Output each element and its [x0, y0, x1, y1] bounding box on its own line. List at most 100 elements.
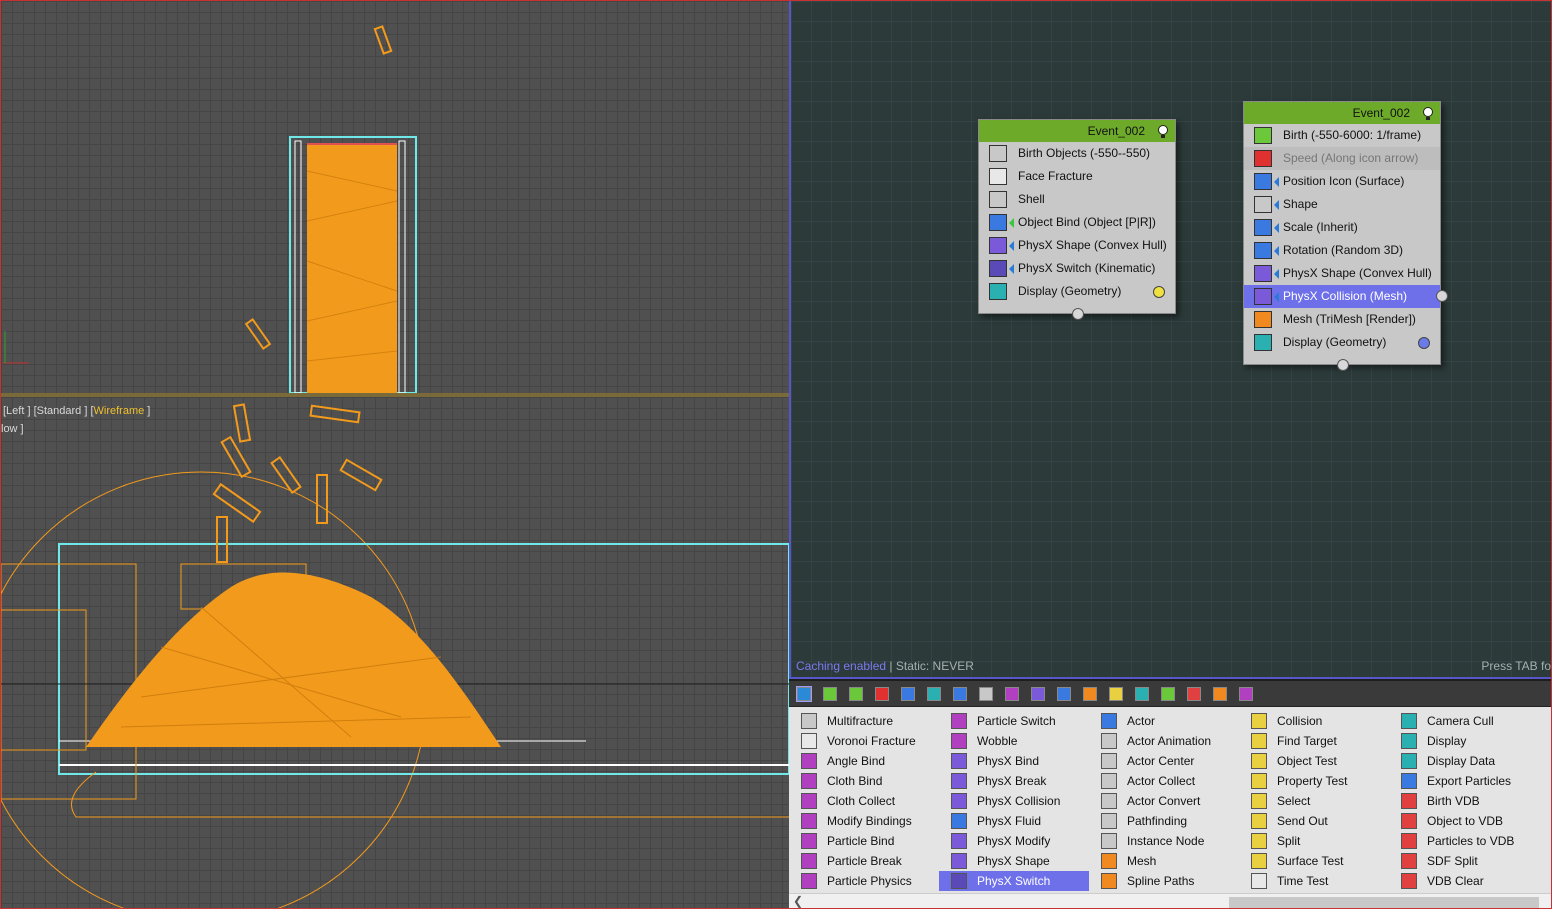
display-color-swatch[interactable]: [1418, 337, 1430, 349]
shape-icon[interactable]: [927, 687, 941, 701]
depot-item[interactable]: PhysX Switch: [939, 871, 1089, 891]
scroll-left-icon[interactable]: ❮: [793, 894, 803, 908]
depot-item[interactable]: Multifracture: [789, 711, 939, 731]
physx-icon[interactable]: [1005, 687, 1019, 701]
depot-item[interactable]: PhysX Fluid: [939, 811, 1089, 831]
depot-item[interactable]: Send Out: [1239, 811, 1389, 831]
depot-item[interactable]: Spline Paths: [1089, 871, 1239, 891]
operator-item[interactable]: PhysX Shape (Convex Hull): [1244, 262, 1440, 285]
operator-item[interactable]: Shell: [979, 188, 1175, 211]
scrollbar-thumb[interactable]: [1229, 897, 1539, 908]
operator-item[interactable]: Position Icon (Surface): [1244, 170, 1440, 193]
depot-item[interactable]: Actor Convert: [1089, 791, 1239, 811]
all-icon[interactable]: [796, 686, 812, 702]
depot-item[interactable]: Actor Collect: [1089, 771, 1239, 791]
display-color-swatch[interactable]: [1153, 286, 1165, 298]
depot-item[interactable]: SDF Split: [1389, 851, 1539, 871]
depot-item[interactable]: PhysX Bind: [939, 751, 1089, 771]
operator-item[interactable]: Speed (Along icon arrow): [1244, 147, 1440, 170]
event-title[interactable]: Event_002: [1244, 102, 1440, 124]
depot-item[interactable]: PhysX Collision: [939, 791, 1089, 811]
depot-item[interactable]: Split: [1239, 831, 1389, 851]
viewport-label[interactable]: [Left ] [Standard ] [Wireframe ]: [3, 405, 150, 417]
bulb-icon[interactable]: [1422, 106, 1434, 120]
event-node[interactable]: Event_002 Birth (-550-6000: 1/frame) Speed…: [1243, 101, 1448, 371]
depot-item[interactable]: Collision: [1239, 711, 1389, 731]
depot-item[interactable]: Mesh: [1089, 851, 1239, 871]
depot-item[interactable]: Modify Bindings: [789, 811, 939, 831]
operator-item[interactable]: Mesh (TriMesh [Render]): [1244, 308, 1440, 331]
depot-item[interactable]: Pathfinding: [1089, 811, 1239, 831]
depot-item[interactable]: Particle Physics: [789, 871, 939, 891]
birth-icon[interactable]: [823, 687, 837, 701]
depot-item[interactable]: Find Target: [1239, 731, 1389, 751]
viewport-mode-label[interactable]: Wireframe: [94, 405, 145, 417]
operator-item[interactable]: Object Bind (Object [P|R]): [979, 211, 1175, 234]
paint-icon[interactable]: [1213, 687, 1227, 701]
depot-item[interactable]: Wobble: [939, 731, 1089, 751]
operator-item[interactable]: Display (Geometry): [1244, 331, 1440, 354]
depot-scrollbar[interactable]: ❮: [789, 893, 1551, 908]
depot-item[interactable]: Display Data: [1389, 751, 1539, 771]
operator-item[interactable]: PhysX Collision (Mesh): [1244, 285, 1448, 308]
depot-item[interactable]: PhysX Break: [939, 771, 1089, 791]
depot-item[interactable]: Cloth Collect: [789, 791, 939, 811]
depot-item[interactable]: PhysX Modify: [939, 831, 1089, 851]
bulb-icon[interactable]: [1157, 124, 1169, 138]
depot-item[interactable]: Voronoi Fracture: [789, 731, 939, 751]
depot-item[interactable]: VDB Clear: [1389, 871, 1539, 891]
depot-item[interactable]: Particle Switch: [939, 711, 1089, 731]
grid-icon[interactable]: [849, 687, 863, 701]
test-icon[interactable]: [1109, 687, 1123, 701]
depot-item[interactable]: Surface Test: [1239, 851, 1389, 871]
depot-item[interactable]: Camera Cull: [1389, 711, 1539, 731]
depot-item[interactable]: Display: [1389, 731, 1539, 751]
depot-item[interactable]: Cloth Bind: [789, 771, 939, 791]
depot-item[interactable]: Property Test: [1239, 771, 1389, 791]
position-icon[interactable]: [901, 687, 915, 701]
depot-item[interactable]: PhysX Shape: [939, 851, 1089, 871]
misc-icon[interactable]: [1239, 687, 1253, 701]
speed-icon[interactable]: [953, 687, 967, 701]
output-port[interactable]: [1436, 290, 1448, 302]
operator-item[interactable]: PhysX Shape (Convex Hull): [979, 234, 1175, 257]
vdb-icon[interactable]: [1187, 687, 1201, 701]
input-port[interactable]: [1072, 308, 1084, 320]
left-viewport[interactable]: [Left ] [Standard ] [Wireframe ] low ]: [1, 397, 789, 908]
depot-item[interactable]: Object to VDB: [1389, 811, 1539, 831]
particle-view-canvas[interactable]: Event_002 Birth Objects (-550--550) Face F…: [789, 1, 1551, 679]
depot-item[interactable]: Instance Node: [1089, 831, 1239, 851]
depot-item[interactable]: Select: [1239, 791, 1389, 811]
depot-item[interactable]: Time Test: [1239, 871, 1389, 891]
actor-icon[interactable]: [1057, 687, 1071, 701]
operator-item[interactable]: PhysX Switch (Kinematic): [979, 257, 1175, 280]
depot-item[interactable]: Actor Center: [1089, 751, 1239, 771]
operator-item[interactable]: Rotation (Random 3D): [1244, 239, 1440, 262]
depot-item[interactable]: Particle Bind: [789, 831, 939, 851]
send-icon[interactable]: [1161, 687, 1175, 701]
operator-item[interactable]: Shape: [1244, 193, 1440, 216]
depot-item[interactable]: Angle Bind: [789, 751, 939, 771]
depot-item[interactable]: Actor: [1089, 711, 1239, 731]
operator-item[interactable]: Birth (-550-6000: 1/frame): [1244, 124, 1440, 147]
depot-item[interactable]: Object Test: [1239, 751, 1389, 771]
delete-icon[interactable]: [875, 687, 889, 701]
depot-item[interactable]: Export Particles: [1389, 771, 1539, 791]
event-node[interactable]: Event_002 Birth Objects (-550--550) Face F…: [978, 119, 1176, 320]
depot-item[interactable]: Particle Break: [789, 851, 939, 871]
operator-item[interactable]: Scale (Inherit): [1244, 216, 1440, 239]
event-title[interactable]: Event_002: [979, 120, 1175, 142]
fracture-icon[interactable]: [1031, 687, 1045, 701]
operator-item[interactable]: Birth Objects (-550--550): [979, 142, 1175, 165]
input-port[interactable]: [1337, 359, 1349, 371]
caching-status[interactable]: Caching enabled: [796, 659, 886, 673]
display-icon[interactable]: [1135, 687, 1149, 701]
top-viewport[interactable]: [1, 1, 789, 393]
depot-item[interactable]: Actor Animation: [1089, 731, 1239, 751]
depot-item[interactable]: Birth VDB: [1389, 791, 1539, 811]
depot-item[interactable]: Particles to VDB: [1389, 831, 1539, 851]
operator-item[interactable]: Display (Geometry): [979, 280, 1175, 303]
mesh-icon[interactable]: [1083, 687, 1097, 701]
operator-item[interactable]: Face Fracture: [979, 165, 1175, 188]
bind-icon[interactable]: [979, 687, 993, 701]
